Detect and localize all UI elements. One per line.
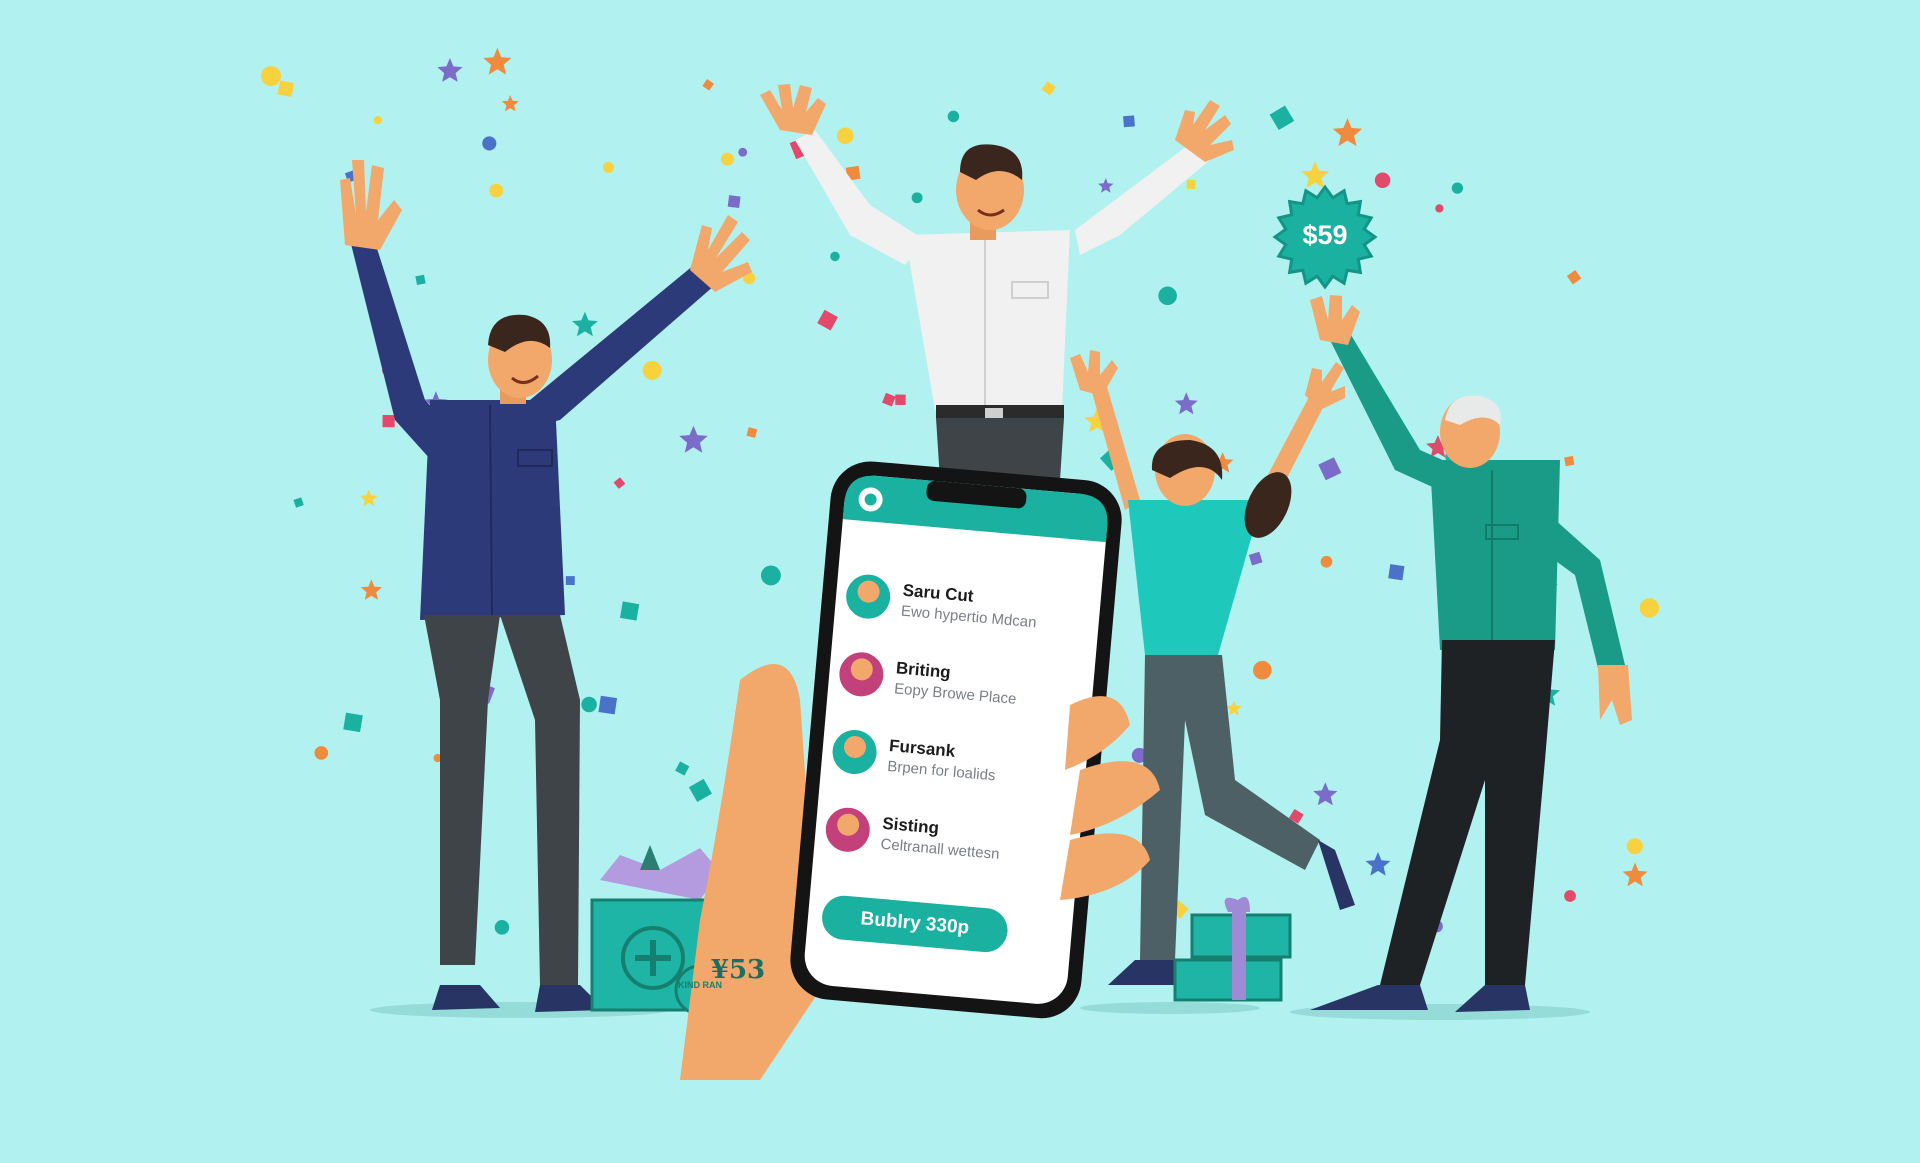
- contact-avatar: [831, 728, 879, 776]
- phone-screen: Saru Cut Ewo hypertio Mdcan Briting Eopy…: [0, 0, 1920, 1163]
- contact-name: Sisting: [881, 813, 940, 838]
- contact-name: Briting: [895, 658, 952, 683]
- contact-subtitle: Brpen for loalids: [886, 757, 997, 785]
- contact-item[interactable]: Briting Eopy Browe Place: [834, 647, 1088, 729]
- contact-subtitle: Celtranall wettesn: [879, 835, 1001, 864]
- contact-subtitle: Ewo hypertio Mdcan: [900, 602, 1038, 632]
- contact-item[interactable]: Fursank Brpen for loalids: [828, 725, 1082, 807]
- cash-box-stamp: KIND RAN: [678, 980, 722, 990]
- contact-subtitle: Eopy Browe Place: [893, 680, 1018, 708]
- buy-button-label: Bublry 330p: [859, 908, 970, 939]
- phone-layer: Saru Cut Ewo hypertio Mdcan Briting Eopy…: [0, 0, 1920, 1080]
- contact-avatar: [844, 573, 892, 621]
- price-badge-label: $59: [1302, 220, 1348, 250]
- buy-button[interactable]: Bublry 330p: [820, 894, 1009, 954]
- contact-avatar: [838, 650, 886, 698]
- contact-item[interactable]: Saru Cut Ewo hypertio Mdcan: [841, 570, 1095, 652]
- contact-avatar: [824, 806, 872, 854]
- app-logo-icon[interactable]: [858, 486, 884, 512]
- contact-item[interactable]: Sisting Celtranall wettesn: [821, 803, 1075, 885]
